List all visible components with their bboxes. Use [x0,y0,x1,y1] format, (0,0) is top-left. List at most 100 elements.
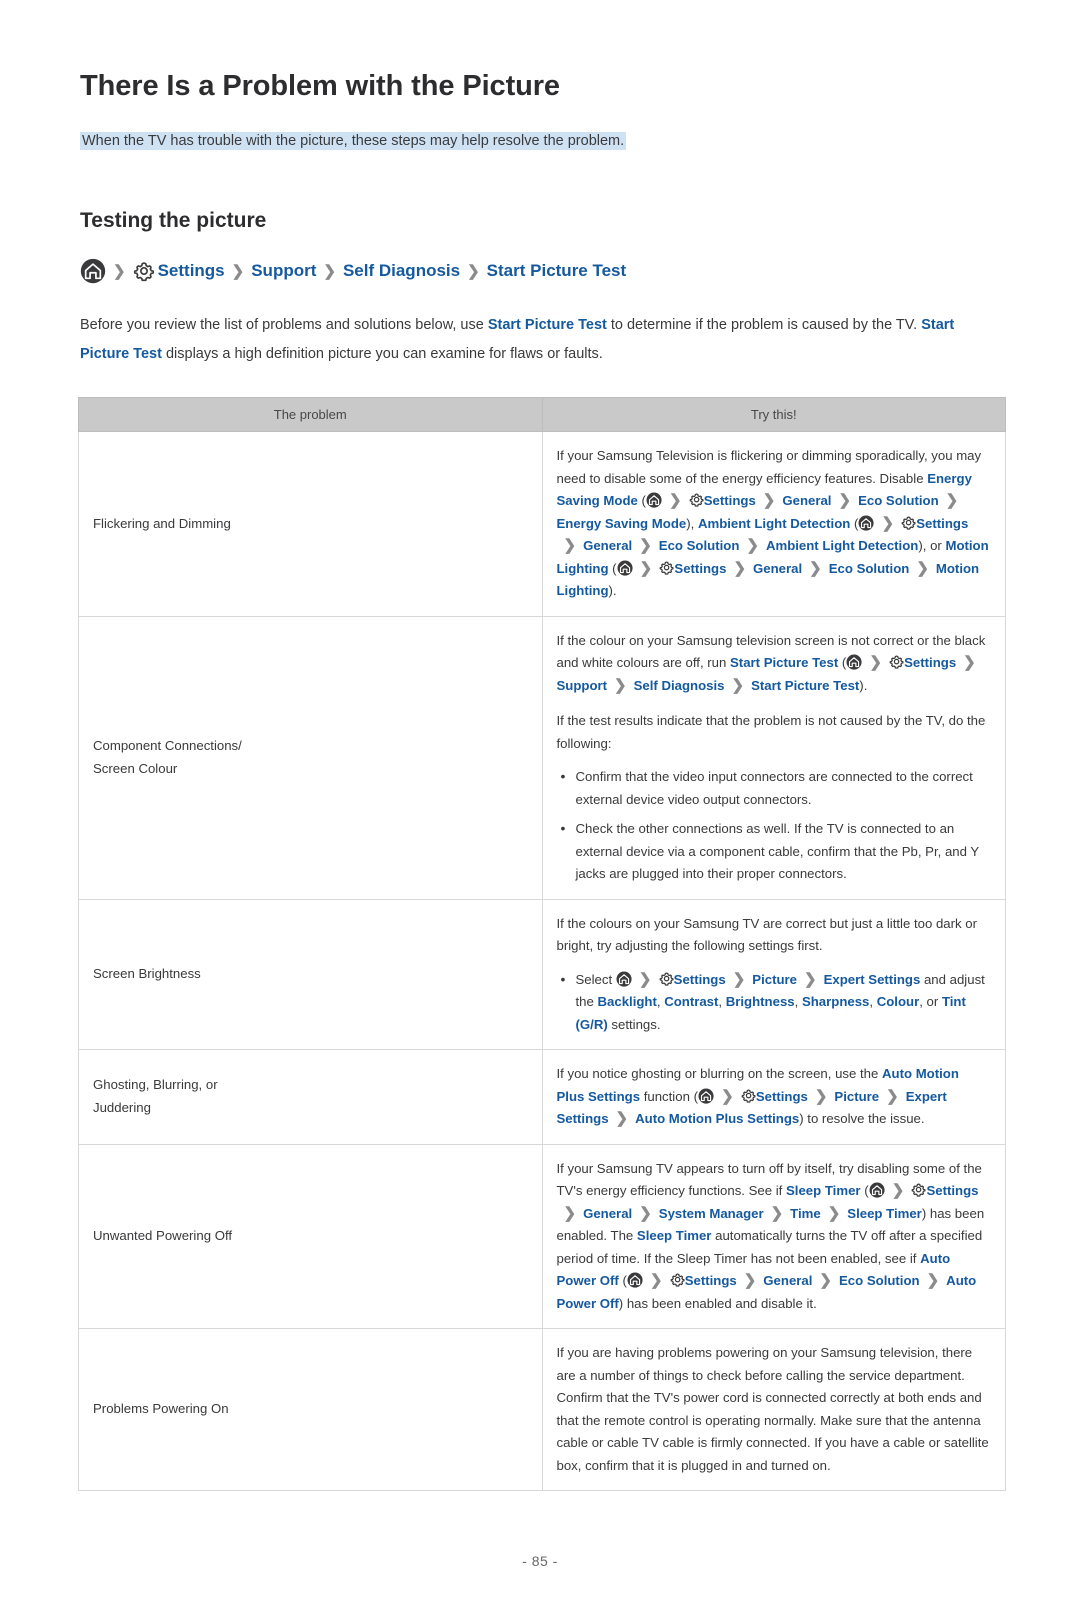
home-icon[interactable] [846,654,862,670]
home-icon[interactable] [869,1182,885,1198]
path-item-start-picture-test[interactable]: Start Picture Test [751,678,859,693]
gear-icon[interactable] [901,515,916,530]
path-item-support[interactable]: Support [557,678,608,693]
link-sleep-timer[interactable]: Sleep Timer [786,1183,861,1198]
solution-cell: If your Samsung TV appears to turn off b… [541,1143,1006,1329]
home-icon[interactable] [627,1272,643,1288]
problem-cell: Problems Powering On [78,1328,543,1491]
home-icon[interactable] [617,560,633,576]
breadcrumb-item-self-diagnosis[interactable]: Self Diagnosis [343,257,460,285]
list-item: Select ❯ Settings ❯ Picture ❯ Expert Settings… [561,968,990,1037]
path-item-energy-saving-mode[interactable]: Energy Saving Mode [557,516,687,531]
gear-icon[interactable] [670,1272,685,1288]
path-item-general[interactable]: General [753,561,802,576]
path-separator: ❯ [827,1204,841,1222]
text-run: , [794,994,802,1009]
table-row: Problems Powering On If you are having p… [78,1328,1006,1491]
path-item-settings[interactable]: Settings [904,655,956,670]
path-item-auto-motion-plus-settings[interactable]: Auto Motion Plus Settings [635,1111,799,1126]
path-separator: ❯ [869,654,882,671]
text-run: ( [838,655,847,670]
solution-cell: If you notice ghosting or blurring on th… [541,1049,1006,1145]
body-paragraph: Before you review the list of problems a… [80,311,1000,369]
path-item-eco-solution[interactable]: Eco Solution [659,538,740,553]
path-item-picture[interactable]: Picture [834,1089,879,1104]
path-separator: ❯ [814,1087,828,1105]
path-item-settings[interactable]: Settings [756,1089,808,1104]
text-run: function ( [640,1088,698,1104]
home-icon[interactable] [616,971,632,987]
gear-icon[interactable] [741,1088,756,1103]
table-row: Component Connections/ Screen Colour If … [78,615,1006,900]
link-sleep-timer-2[interactable]: Sleep Timer [637,1228,712,1243]
text-run: ) has been enabled and disable it. [618,1295,817,1311]
breadcrumb-separator-1: ❯ [113,262,126,280]
path-separator: ❯ [886,1087,899,1105]
text-run: ( [850,515,859,531]
path-item-picture[interactable]: Picture [752,972,797,987]
gear-icon[interactable] [659,560,674,575]
text-run: If you notice ghosting or blurring on th… [556,1066,882,1081]
breadcrumb-separator-2: ❯ [231,262,245,280]
path-separator: ❯ [809,559,822,577]
path-item-general[interactable]: General [583,538,632,553]
link-ambient-light-detection[interactable]: Ambient Light Detection [698,516,850,531]
body-part-3: displays a high definition picture you c… [161,346,603,362]
text-run: , or [919,994,942,1009]
breadcrumb-item-start-picture-test[interactable]: Start Picture Test [487,257,627,285]
column-header-problem: The problem [78,397,543,432]
breadcrumb-item-support[interactable]: Support [251,257,316,285]
path-separator: ❯ [732,970,746,988]
body-link-start-picture-test-1[interactable]: Start Picture Test [488,317,607,333]
breadcrumb-item-settings[interactable]: Settings [158,257,225,285]
path-separator: ❯ [916,559,929,577]
intro-text: When the TV has trouble with the picture… [80,132,627,150]
path-item-general[interactable]: General [782,493,831,508]
path-separator: ❯ [614,676,627,694]
path-separator: ❯ [881,514,895,532]
gear-icon[interactable] [133,260,155,282]
home-icon[interactable] [646,492,662,508]
text-run: ) to resolve the issue. [799,1111,925,1126]
link-sharpness[interactable]: Sharpness [802,994,869,1009]
path-item-eco-solution[interactable]: Eco Solution [858,493,939,508]
path-item-expert-settings[interactable]: Expert Settings [824,972,921,987]
path-item-general[interactable]: General [583,1206,632,1221]
path-item-time[interactable]: Time [790,1206,821,1221]
path-item-sleep-timer[interactable]: Sleep Timer [847,1206,922,1221]
list-item: Confirm that the video input connectors … [561,765,990,811]
path-item-ambient-light-detection[interactable]: Ambient Light Detection [766,538,918,553]
text-run: ). [859,677,868,693]
home-icon[interactable] [858,515,874,531]
gear-icon[interactable] [659,971,674,986]
problem-label-line1: Ghosting, Blurring, or [93,1077,218,1093]
link-start-picture-test[interactable]: Start Picture Test [730,655,838,670]
link-colour[interactable]: Colour [877,994,920,1009]
path-item-eco-solution[interactable]: Eco Solution [829,561,910,576]
path-item-settings[interactable]: Settings [674,972,726,987]
path-item-eco-solution[interactable]: Eco Solution [839,1273,920,1288]
link-contrast[interactable]: Contrast [664,994,718,1009]
home-icon[interactable] [80,258,106,284]
path-separator: ❯ [804,970,817,988]
path-item-settings[interactable]: Settings [704,493,756,508]
home-icon[interactable] [698,1088,714,1104]
path-item-settings[interactable]: Settings [685,1273,737,1288]
breadcrumb-separator-4: ❯ [467,262,480,280]
gear-icon[interactable] [689,492,704,508]
text-run: Select [575,971,616,987]
path-item-settings[interactable]: Settings [916,516,968,531]
path-separator: ❯ [762,492,776,509]
gear-icon[interactable] [911,1182,926,1198]
path-item-system-manager[interactable]: System Manager [659,1206,764,1221]
path-item-settings[interactable]: Settings [674,561,726,576]
path-item-settings[interactable]: Settings [926,1183,978,1198]
gear-icon[interactable] [889,654,904,670]
page-title: There Is a Problem with the Picture [80,70,560,102]
path-separator: ❯ [838,492,852,509]
link-backlight[interactable]: Backlight [598,994,657,1009]
solution-bullet-list: Select ❯ Settings ❯ Picture ❯ Expert Settings… [557,968,990,1037]
link-brightness[interactable]: Brightness [726,994,795,1009]
path-item-general[interactable]: General [763,1273,812,1288]
path-item-self-diagnosis[interactable]: Self Diagnosis [634,678,725,693]
